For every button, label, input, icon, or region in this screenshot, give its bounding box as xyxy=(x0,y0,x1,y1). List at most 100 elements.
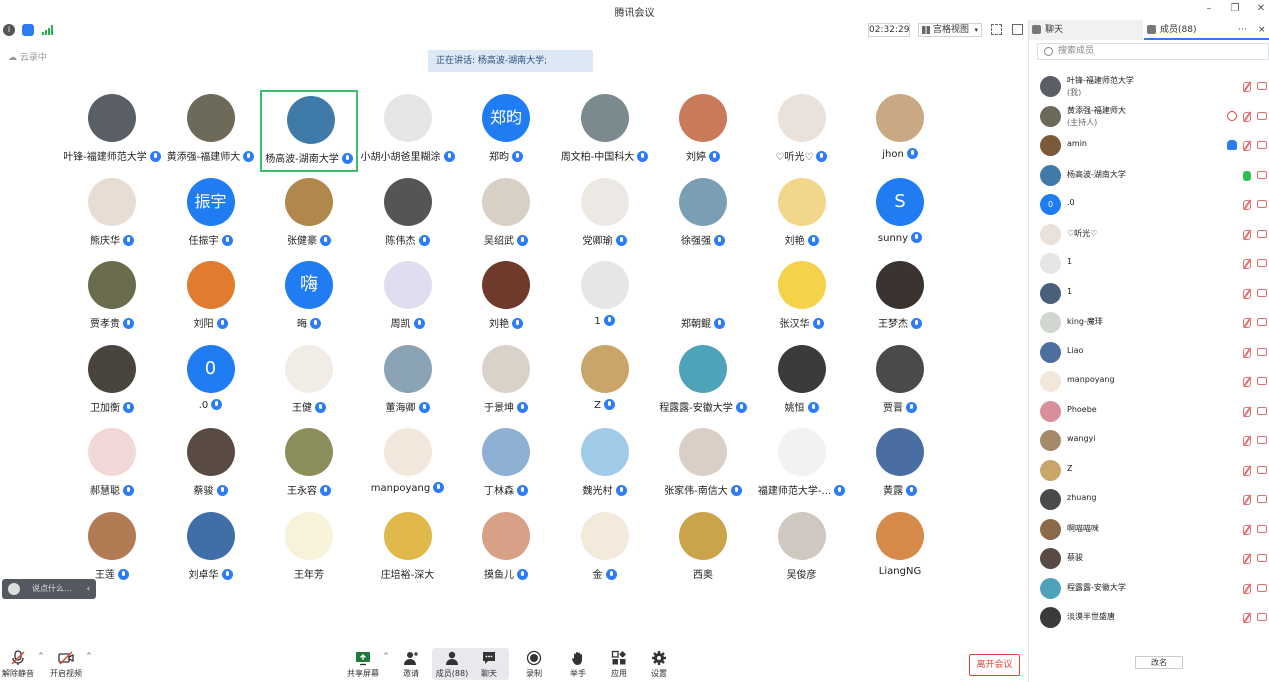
member-row[interactable]: 黄添强-福建师大 (主持人) xyxy=(1029,102,1269,131)
mic-muted-icon[interactable] xyxy=(1243,406,1251,417)
member-row[interactable]: amin xyxy=(1029,131,1269,160)
camera-off-icon[interactable] xyxy=(1257,377,1267,385)
mic-muted-icon[interactable] xyxy=(1243,583,1251,594)
participant-tile[interactable]: 党卿瑜 xyxy=(556,174,654,256)
chevron-up-icon[interactable]: ^ xyxy=(383,652,389,660)
camera-off-icon[interactable] xyxy=(1257,554,1267,562)
camera-off-icon[interactable] xyxy=(1257,82,1267,90)
participant-tile[interactable]: 姚恒 xyxy=(753,341,851,423)
signal-icon[interactable] xyxy=(42,25,54,35)
participant-tile[interactable]: 魏光村 xyxy=(556,424,654,506)
member-row[interactable]: manpoyang xyxy=(1029,367,1269,396)
mic-muted-icon[interactable] xyxy=(1243,347,1251,358)
camera-off-icon[interactable] xyxy=(1257,170,1267,179)
participant-tile[interactable]: 0.0 xyxy=(162,341,260,423)
member-row[interactable]: 蔡骏 xyxy=(1029,544,1269,573)
member-row[interactable]: 程露露-安徽大学 xyxy=(1029,574,1269,603)
member-row[interactable]: ♡听光♡ xyxy=(1029,220,1269,249)
participant-tile[interactable]: 刘艳 xyxy=(753,174,851,256)
chevron-up-icon[interactable]: ^ xyxy=(38,652,44,660)
mic-muted-icon[interactable] xyxy=(1243,229,1251,240)
participant-tile[interactable]: 贾晋 xyxy=(851,341,949,423)
participant-tile[interactable]: ♡听光♡ xyxy=(753,90,851,172)
tab-members[interactable]: 成员(88) xyxy=(1144,20,1269,40)
participant-tile[interactable]: 张家伟-南信大 xyxy=(654,424,752,506)
participant-tile[interactable]: 蔡骏 xyxy=(162,424,260,506)
info-icon[interactable]: i xyxy=(3,24,15,36)
member-row[interactable]: 啊喵喵咪 xyxy=(1029,515,1269,544)
chevron-up-icon[interactable]: ^ xyxy=(86,652,92,660)
participant-tile[interactable]: 叶锋-福建师范大学 xyxy=(63,90,161,172)
emoji-icon[interactable] xyxy=(8,583,20,595)
view-mode-button[interactable]: 宫格视图 ▾ xyxy=(918,23,982,37)
mic-muted-icon[interactable] xyxy=(1243,288,1251,299)
participant-tile[interactable]: 周文柏-中国科大 xyxy=(556,90,654,172)
participant-tile[interactable]: 周凯 xyxy=(359,257,457,339)
participant-tile[interactable]: 摸鱼儿 xyxy=(457,508,555,590)
participant-tile[interactable]: 1 xyxy=(556,257,654,339)
camera-off-icon[interactable] xyxy=(1257,406,1267,415)
raise-hand-button[interactable]: 举手 xyxy=(558,650,598,679)
camera-off-icon[interactable] xyxy=(1257,436,1267,444)
camera-off-icon[interactable] xyxy=(1257,524,1267,533)
camera-off-icon[interactable] xyxy=(1257,229,1267,238)
camera-off-icon[interactable] xyxy=(1257,465,1267,474)
participant-tile[interactable]: 贾孝贵 xyxy=(63,257,161,339)
participant-tile[interactable]: 于景坤 xyxy=(457,341,555,423)
close-window-button[interactable]: ✕ xyxy=(1255,2,1267,16)
participant-tile[interactable]: 黄添强-福建师大 xyxy=(162,90,260,172)
participant-tile[interactable]: 小胡小胡爸里糊涂 xyxy=(359,90,457,172)
participant-tile[interactable]: 刘阳 xyxy=(162,257,260,339)
mic-muted-icon[interactable] xyxy=(1243,82,1251,92)
participant-tile[interactable]: 董海卿 xyxy=(359,341,457,423)
mic-muted-icon[interactable] xyxy=(1243,495,1251,505)
camera-off-icon[interactable] xyxy=(1257,495,1267,503)
participant-tile[interactable]: 吴绍武 xyxy=(457,174,555,256)
minimize-button[interactable]: – xyxy=(1203,2,1215,16)
participant-tile[interactable]: 吴俊彦 xyxy=(753,508,851,590)
mic-muted-icon[interactable] xyxy=(1243,259,1251,269)
chat-button[interactable]: 聊天 xyxy=(469,648,509,680)
participant-tile[interactable]: 振宇 任振宇 xyxy=(162,174,260,256)
member-row[interactable]: king-魔琲 xyxy=(1029,308,1269,337)
camera-off-icon[interactable] xyxy=(1257,141,1267,149)
participant-tile[interactable]: 郑昀 郑昀 xyxy=(457,90,555,172)
start-video-button[interactable]: 开启视频 ^ xyxy=(46,650,92,679)
participant-tile[interactable]: 卫加衡 xyxy=(63,341,161,423)
member-row[interactable]: Liao xyxy=(1029,338,1269,367)
participant-tile[interactable]: 王梦杰 xyxy=(851,257,949,339)
member-row[interactable]: 1 xyxy=(1029,249,1269,278)
share-screen-button[interactable]: 共享屏幕 ^ xyxy=(343,650,389,679)
participant-tile[interactable]: 郑朝鲲 xyxy=(654,257,752,339)
participant-tile[interactable]: 王年芳 xyxy=(260,508,358,590)
member-search-input[interactable]: 搜索成员 xyxy=(1037,43,1269,60)
camera-off-icon[interactable] xyxy=(1257,111,1267,120)
member-row[interactable]: 1 xyxy=(1029,279,1269,308)
invite-button[interactable]: 邀请 xyxy=(391,650,431,679)
restore-button[interactable]: ❐ xyxy=(1229,2,1241,16)
participant-tile[interactable]: 刘卓华 xyxy=(162,508,260,590)
participant-tile[interactable]: Z xyxy=(556,341,654,423)
member-row[interactable]: wangyi xyxy=(1029,426,1269,455)
camera-off-icon[interactable] xyxy=(1257,318,1267,326)
mic-muted-icon[interactable] xyxy=(1243,554,1251,564)
participant-tile[interactable]: 金 xyxy=(556,508,654,590)
settings-button[interactable]: 设置 xyxy=(639,650,679,679)
participant-tile[interactable]: 嗨晦 xyxy=(260,257,358,339)
camera-off-icon[interactable] xyxy=(1257,613,1267,621)
camera-off-icon[interactable] xyxy=(1257,583,1267,592)
participant-tile[interactable]: 张健豪 xyxy=(260,174,358,256)
mic-icon[interactable] xyxy=(1243,170,1251,181)
tab-chat[interactable]: 聊天 xyxy=(1029,20,1143,40)
participant-tile[interactable]: 郝慧聪 xyxy=(63,424,161,506)
member-row[interactable]: zhuang xyxy=(1029,485,1269,514)
participant-tile[interactable]: 杨高波-湖南大学 xyxy=(260,90,358,172)
participant-tile[interactable]: 张汉华 xyxy=(753,257,851,339)
rename-button[interactable]: 改名 xyxy=(1135,656,1183,669)
mic-muted-icon[interactable] xyxy=(1243,200,1251,210)
mic-muted-icon[interactable] xyxy=(1243,318,1251,328)
shield-icon[interactable] xyxy=(22,24,34,36)
participant-tile[interactable]: manpoyang xyxy=(359,424,457,506)
unmute-button[interactable]: 解除静音 ^ xyxy=(0,650,44,679)
leave-meeting-button[interactable]: 离开会议 xyxy=(969,654,1020,676)
